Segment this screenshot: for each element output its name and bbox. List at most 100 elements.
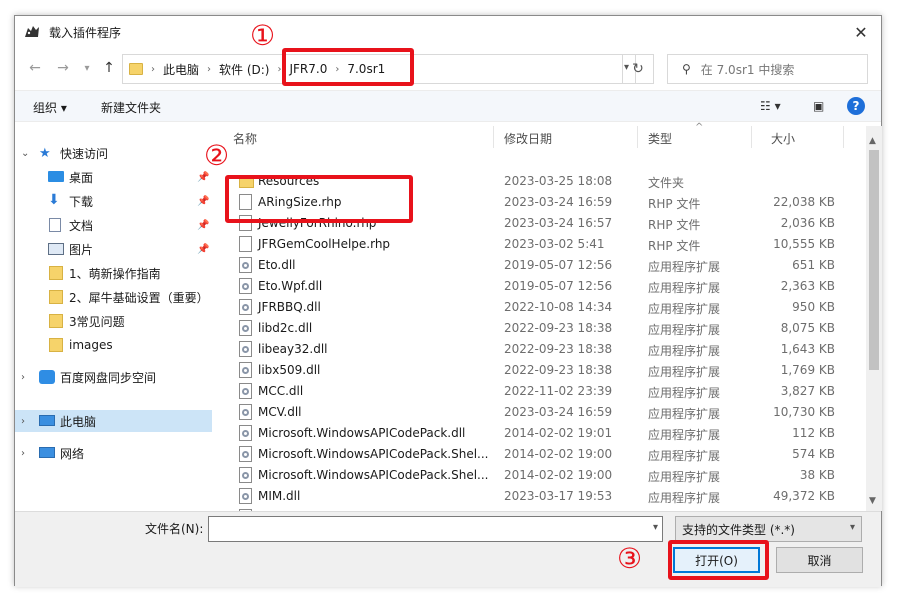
column-header-name[interactable]: 名称 (233, 130, 257, 147)
column-header-date[interactable]: 修改日期 (504, 130, 552, 147)
folder-icon (49, 266, 63, 280)
annotation-highlight-address (282, 48, 414, 86)
file-row[interactable]: Eto.dll 2019-05-07 12:56 应用程序扩展 651 KB (225, 255, 865, 276)
filetype-select[interactable]: 支持的文件类型 (*.*) ▾ (675, 516, 862, 542)
column-divider[interactable] (637, 126, 638, 148)
vertical-scrollbar[interactable]: ▲ ▼ (866, 126, 882, 511)
folder-icon (49, 314, 63, 328)
file-row[interactable]: JFRBBQ.dll 2022-10-08 14:34 应用程序扩展 950 KB (225, 297, 865, 318)
navigation-pane: ⌄ ★ 快速访问 桌面 📌 ⬇ 下载 📌 文档 📌 图片 📌 1、萌新操作指南 (15, 122, 215, 511)
file-row[interactable]: MCV.dll 2023-03-24 16:59 应用程序扩展 10,730 KB (225, 402, 865, 423)
folder-icon (49, 290, 63, 304)
sidebar-item-documents[interactable]: 文档 📌 (15, 214, 215, 236)
chevron-right-icon[interactable]: › (21, 416, 25, 427)
breadcrumb-separator-icon: › (207, 63, 212, 75)
document-icon (49, 218, 61, 232)
scroll-down-arrow-icon[interactable]: ▼ (869, 496, 876, 506)
file-size: 8,075 KB (780, 321, 835, 335)
file-type: 应用程序扩展 (648, 260, 721, 274)
search-box[interactable]: ⚲ 在 7.0sr1 中搜索 (667, 54, 868, 84)
refresh-button[interactable]: ↻ (622, 54, 654, 84)
sidebar-item-desktop[interactable]: 桌面 📌 (15, 166, 215, 188)
close-button[interactable]: ✕ (841, 16, 881, 48)
file-date: 2023-03-02 5:41 (504, 237, 605, 251)
file-row[interactable]: libd2c.dll 2022-09-23 18:38 应用程序扩展 8,075 KB (225, 318, 865, 339)
new-folder-button[interactable]: 新建文件夹 (101, 99, 161, 116)
file-row[interactable]: libeay32.dll 2022-09-23 18:38 应用程序扩展 1,643 … (225, 339, 865, 360)
sidebar-item-basic-settings[interactable]: 2、犀牛基础设置（重要） (15, 286, 215, 308)
file-date: 2019-05-07 12:56 (504, 279, 613, 293)
sidebar-item-this-pc[interactable]: › 此电脑 (15, 410, 212, 432)
annotation-number-1: ① (250, 19, 276, 52)
sidebar-item-quick-access[interactable]: ⌄ ★ 快速访问 (15, 142, 215, 164)
column-header-size[interactable]: 大小 (771, 130, 795, 147)
title-bar: 载入插件程序 ✕ (15, 16, 881, 48)
scrollbar-thumb[interactable] (869, 150, 879, 370)
annotation-highlight-rhp-files (225, 175, 413, 223)
back-arrow-icon[interactable]: ← (25, 58, 45, 78)
chevron-down-icon[interactable]: ▾ (850, 522, 855, 533)
dll-file-icon (239, 425, 252, 441)
view-options-icon[interactable]: ☷ ▾ (760, 99, 781, 113)
file-row[interactable]: JFRGemCoolHelpe.rhp 2023-03-02 5:41 RHP 文件… (225, 234, 865, 255)
file-row[interactable]: Eto.Wpf.dll 2019-05-07 12:56 应用程序扩展 2,363 K… (225, 276, 865, 297)
column-header-type[interactable]: 类型 (648, 130, 672, 147)
column-divider[interactable] (843, 126, 844, 148)
chevron-right-icon[interactable]: › (21, 448, 25, 459)
sort-ascending-icon: ^ (695, 122, 704, 133)
search-icon: ⚲ (682, 62, 691, 76)
file-date: 2023-03-24 16:59 (504, 405, 613, 419)
sidebar-item-pictures[interactable]: 图片 📌 (15, 238, 215, 260)
sidebar-item-network[interactable]: › 网络 (15, 442, 215, 464)
annotation-number-3: ③ (617, 542, 643, 575)
filename-input[interactable]: ▾ (208, 516, 663, 542)
chevron-down-icon[interactable]: ▾ (653, 522, 658, 533)
file-row[interactable]: libx509.dll 2022-09-23 18:38 应用程序扩展 1,769 K… (225, 360, 865, 381)
breadcrumb-drive-d[interactable]: 软件 (D:) (219, 61, 269, 78)
sidebar-item-images[interactable]: images (15, 334, 215, 356)
recent-locations-chevron-icon[interactable]: ▾ (77, 58, 97, 78)
file-name: MCC.dll (258, 384, 304, 398)
file-type: 应用程序扩展 (648, 323, 721, 337)
file-row[interactable]: MCC.dll 2022-11-02 23:39 应用程序扩展 3,827 KB (225, 381, 865, 402)
pin-icon: 📌 (197, 171, 210, 183)
file-row[interactable]: Microsoft.WindowsAPICodePack.Shel... 2014… (225, 444, 865, 465)
scroll-up-arrow-icon[interactable]: ▲ (869, 136, 876, 146)
sidebar-item-faq[interactable]: 3常见问题 (15, 310, 215, 332)
file-date: 2023-03-24 16:59 (504, 195, 613, 209)
file-name: libx509.dll (258, 363, 321, 377)
preview-pane-icon[interactable]: ▣ (813, 99, 824, 113)
file-size: 49,372 KB (773, 489, 835, 503)
help-icon[interactable]: ? (847, 97, 865, 115)
annotation-highlight-open-button (668, 540, 769, 580)
file-size: 22,038 KB (773, 195, 835, 209)
desktop-icon (48, 171, 64, 182)
chevron-right-icon[interactable]: › (21, 372, 25, 383)
dll-file-icon (239, 278, 252, 294)
up-arrow-icon[interactable]: ↑ (99, 58, 119, 78)
chevron-down-icon[interactable]: ⌄ (21, 148, 29, 159)
column-divider[interactable] (493, 126, 494, 148)
file-type: RHP 文件 (648, 197, 701, 211)
sidebar-item-newbie-guide[interactable]: 1、萌新操作指南 (15, 262, 215, 284)
file-name: Microsoft.WindowsAPICodePack.Shel... (258, 447, 489, 461)
sidebar-item-label: 文档 (69, 218, 94, 233)
file-type: 文件夹 (648, 176, 685, 190)
sidebar-item-baidu-sync[interactable]: › 百度网盘同步空间 (15, 366, 215, 388)
organize-menu[interactable]: 组织 ▾ (33, 99, 67, 116)
dll-file-icon (239, 383, 252, 399)
file-row[interactable]: Microsoft.WindowsAPICodePack.Shel... 2014… (225, 465, 865, 486)
file-date: 2022-11-02 23:39 (504, 384, 613, 398)
cancel-button[interactable]: 取消 (776, 547, 863, 573)
forward-arrow-icon[interactable]: → (53, 58, 73, 78)
file-row[interactable]: Microsoft.WindowsAPICodePack.dll 2014-02-… (225, 423, 865, 444)
file-size: 2,363 KB (780, 279, 835, 293)
window-title: 载入插件程序 (49, 25, 122, 40)
sidebar-item-downloads[interactable]: ⬇ 下载 📌 (15, 190, 215, 212)
search-placeholder: 在 7.0sr1 中搜索 (700, 62, 795, 77)
breadcrumb-this-pc[interactable]: 此电脑 (163, 61, 199, 78)
column-divider[interactable] (751, 126, 752, 148)
file-size: 950 KB (792, 300, 835, 314)
file-row[interactable]: MIM.dll 2023-03-17 19:53 应用程序扩展 49,372 KB (225, 486, 865, 507)
filename-label: 文件名(N): (145, 522, 204, 536)
